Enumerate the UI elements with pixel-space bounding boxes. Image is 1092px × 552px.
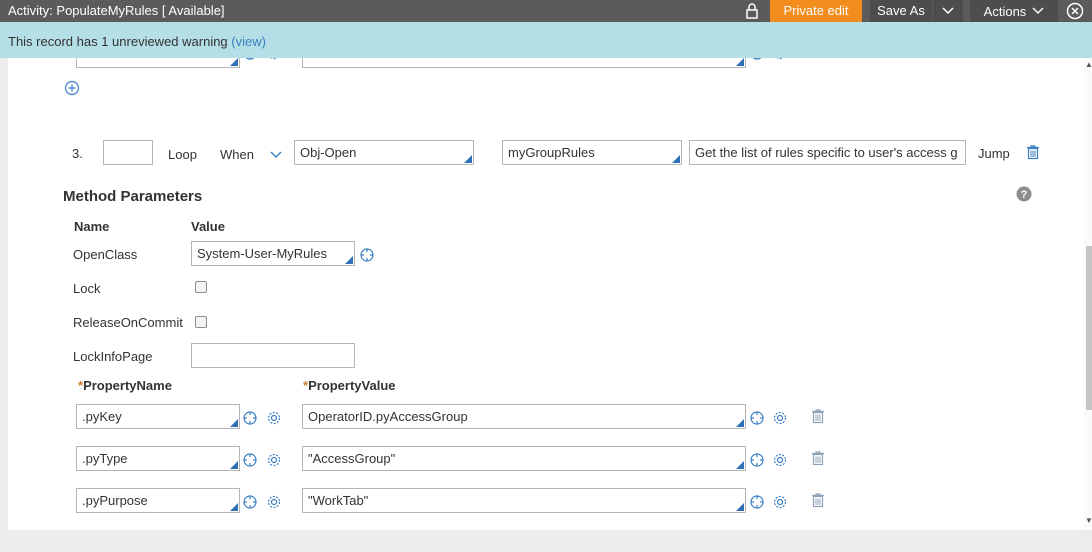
gear-icon[interactable] <box>266 58 282 61</box>
value-column-header: Value <box>191 219 225 234</box>
help-icon[interactable]: ? <box>1016 186 1032 202</box>
name-column-header: Name <box>74 219 110 234</box>
gear-icon[interactable] <box>266 410 282 426</box>
scroll-down-arrow[interactable]: ▼ <box>1085 516 1092 525</box>
scrollbar-thumb[interactable] <box>1086 246 1092 410</box>
chevron-down-icon <box>942 7 954 15</box>
save-as-dropdown-button[interactable] <box>933 0 963 22</box>
svg-text:?: ? <box>1021 189 1028 201</box>
lock-info-page-field[interactable] <box>191 343 355 368</box>
gear-icon[interactable] <box>266 452 282 468</box>
gear-icon[interactable] <box>772 452 788 468</box>
property-name-field[interactable]: .pyKey <box>76 404 240 429</box>
open-class-field[interactable]: System-User-MyRules <box>191 241 355 266</box>
target-icon[interactable] <box>359 247 375 263</box>
target-icon[interactable] <box>242 494 258 510</box>
actions-button[interactable]: Actions <box>970 0 1058 22</box>
jump-link[interactable]: Jump <box>978 146 1010 161</box>
lock-checkbox[interactable] <box>195 281 207 293</box>
add-row-icon[interactable] <box>64 80 80 96</box>
step-page-field[interactable]: myGroupRules <box>502 140 682 165</box>
target-icon[interactable] <box>749 494 765 510</box>
gear-icon[interactable] <box>772 494 788 510</box>
gear-icon[interactable] <box>266 494 282 510</box>
actions-label: Actions <box>983 3 1027 19</box>
trash-icon[interactable] <box>810 408 826 424</box>
warning-bar: This record has 1 unreviewed warning (vi… <box>0 22 1092 58</box>
trash-icon[interactable] <box>810 492 826 508</box>
target-icon[interactable] <box>242 58 258 61</box>
release-on-commit-checkbox[interactable] <box>195 316 207 328</box>
private-edit-button[interactable]: Private edit <box>770 0 862 22</box>
property-value-field[interactable]: "AccessGroup" <box>302 446 746 471</box>
target-icon[interactable] <box>242 452 258 468</box>
property-value-header: *PropertyValue <box>303 378 396 393</box>
view-warning-link[interactable]: (view) <box>231 34 266 49</box>
step-number: 3. <box>72 146 83 161</box>
scroll-up-arrow[interactable]: ▲ <box>1085 60 1092 69</box>
target-icon[interactable] <box>749 452 765 468</box>
param-name: ReleaseOnCommit <box>73 315 183 330</box>
method-parameters-heading: Method Parameters <box>63 188 203 205</box>
param-name: Lock <box>73 281 101 296</box>
close-icon[interactable] <box>1066 2 1084 20</box>
target-icon[interactable] <box>242 410 258 426</box>
step-label-field[interactable] <box>103 140 153 165</box>
loop-link[interactable]: Loop <box>168 147 197 162</box>
property-name-header: *PropertyName <box>78 378 172 393</box>
trash-icon[interactable] <box>810 450 826 466</box>
property-value-field[interactable] <box>302 58 746 68</box>
property-name-field[interactable]: .pyPurpose <box>76 488 240 513</box>
method-field[interactable]: Obj-Open <box>294 140 474 165</box>
lock-icon[interactable] <box>744 2 760 20</box>
step-description-field[interactable]: Get the list of rules specific to user's… <box>689 140 966 165</box>
gear-icon[interactable] <box>772 410 788 426</box>
property-value-field[interactable]: OperatorID.pyAccessGroup <box>302 404 746 429</box>
when-link[interactable]: When <box>220 147 254 162</box>
property-name-field[interactable] <box>76 58 240 68</box>
save-as-button[interactable]: Save As <box>870 0 932 22</box>
property-value-field[interactable]: "WorkTab" <box>302 488 746 513</box>
target-icon[interactable] <box>749 410 765 426</box>
gear-icon[interactable] <box>772 58 788 61</box>
param-name: OpenClass <box>73 247 138 262</box>
header-bar: Activity: PopulateMyRules [ Available] P… <box>0 0 1092 22</box>
warning-message: This record has 1 unreviewed warning <box>8 34 232 49</box>
chevron-down-icon[interactable] <box>268 146 284 162</box>
chevron-down-icon <box>1032 7 1044 15</box>
trash-icon[interactable] <box>1025 144 1041 160</box>
property-name-field[interactable]: .pyType <box>76 446 240 471</box>
target-icon[interactable] <box>749 58 765 61</box>
param-name: LockInfoPage <box>73 349 153 364</box>
activity-steps-panel: 3. Loop When Obj-Open myGroupRules Get t… <box>8 58 1084 530</box>
page-title: Activity: PopulateMyRules [ Available] <box>8 3 225 18</box>
